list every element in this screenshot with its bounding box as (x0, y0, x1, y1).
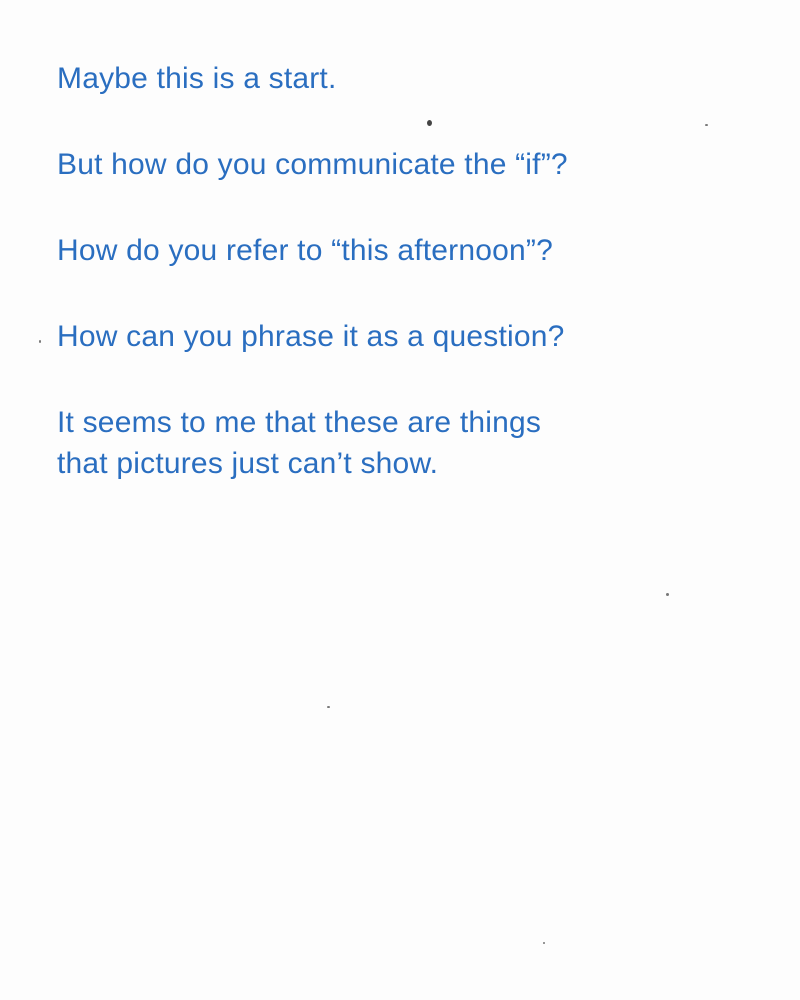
paragraph-conclusion: It seems to me that these are things tha… (57, 406, 542, 480)
dust-speck (39, 340, 41, 343)
paragraph-afternoon-question: How do you refer to “this afternoon”? (57, 234, 553, 267)
dust-speck (427, 120, 432, 126)
text-block: Maybe this is a start. But how do you co… (57, 58, 777, 529)
dust-speck (327, 706, 330, 708)
paragraph-phrase-question: How can you phrase it as a question? (57, 320, 565, 353)
paragraph-if-question: But how do you communicate the “if”? (57, 148, 568, 181)
scanned-page: Maybe this is a start. But how do you co… (0, 0, 800, 1000)
dust-speck (666, 593, 669, 596)
dust-speck (705, 124, 708, 126)
paragraph-start: Maybe this is a start. (57, 62, 337, 95)
dust-speck (543, 942, 545, 944)
